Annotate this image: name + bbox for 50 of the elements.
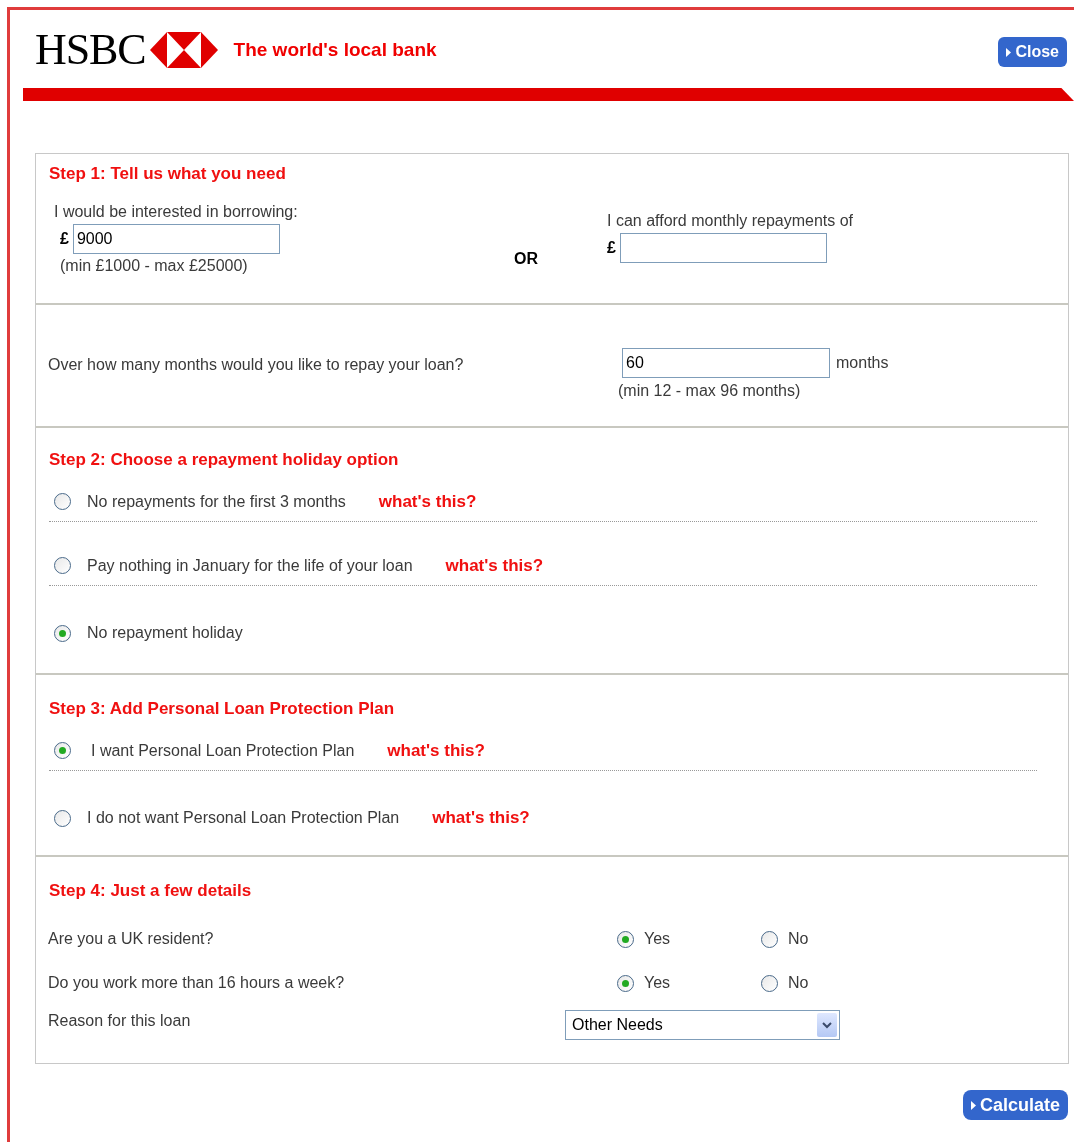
hexagon-logo-icon (149, 32, 218, 68)
radio-button[interactable] (54, 624, 71, 642)
or-label: OR (514, 250, 538, 267)
help-link[interactable]: what's this? (445, 552, 544, 579)
caret-icon (970, 1100, 976, 1110)
radio-button[interactable] (54, 493, 71, 510)
radio-button[interactable] (617, 974, 634, 992)
help-link[interactable]: what's this? (432, 805, 530, 831)
section-heading: Step 1: Tell us what you need (49, 164, 287, 184)
section-heading: Step 3: Add Personal Loan Protection Plan (49, 699, 396, 719)
option-label: Yes (644, 929, 671, 949)
calculate-button[interactable]: Calculate (962, 1090, 1068, 1120)
question-label: Are you a UK resident? (48, 929, 215, 949)
field-label: I can afford monthly repayments of (607, 211, 854, 231)
caret-icon (1006, 47, 1012, 57)
select-dropdown[interactable]: Other Needs (565, 1010, 840, 1040)
option-label: I want Personal Loan Protection Plan (91, 740, 355, 761)
option-label: Yes (644, 973, 671, 993)
field-label: I would be interested in borrowing: (54, 202, 299, 222)
help-link[interactable]: what's this? (378, 488, 477, 515)
option-label: I do not want Personal Loan Protection Plan (87, 808, 400, 828)
currency-symbol: £ (607, 238, 616, 258)
input-field[interactable] (619, 233, 827, 263)
chevron-down-icon (822, 1021, 832, 1029)
input-field[interactable]: 9000 (72, 224, 280, 254)
radio-button[interactable] (54, 809, 71, 827)
close-button[interactable]: Close (998, 37, 1067, 67)
help-link[interactable]: what's this? (387, 737, 485, 764)
option-label: Pay nothing in January for the life of your loan (87, 555, 413, 576)
radio-button[interactable] (54, 557, 71, 574)
question-label: Do you work more than 16 hours a week? (48, 973, 346, 993)
input-field[interactable]: 60 (622, 348, 830, 378)
radio-button[interactable] (54, 742, 71, 759)
option-label: No (788, 973, 809, 993)
field-label: Over how many months would you like to repay your loan? (48, 355, 465, 375)
hint-text: (min £1000 - max £25000) (59, 256, 249, 276)
hint-text: (min 12 - max 96 months) (618, 381, 802, 401)
question-label: Reason for this loan (48, 1011, 192, 1031)
radio-button[interactable] (761, 974, 778, 992)
section-heading: Step 4: Just a few details (49, 881, 253, 901)
radio-button[interactable] (617, 930, 634, 948)
option-label: No repayment holiday (87, 623, 243, 643)
section-heading: Step 2: Choose a repayment holiday option (49, 450, 400, 470)
tagline: The world's local bank (233, 37, 437, 62)
radio-button[interactable] (761, 930, 778, 948)
unit-label: months (836, 353, 889, 373)
logo-text: HSBC (35, 28, 146, 72)
option-label: No repayments for the first 3 months (87, 491, 346, 512)
option-label: No (788, 929, 809, 949)
currency-symbol: £ (60, 229, 69, 249)
